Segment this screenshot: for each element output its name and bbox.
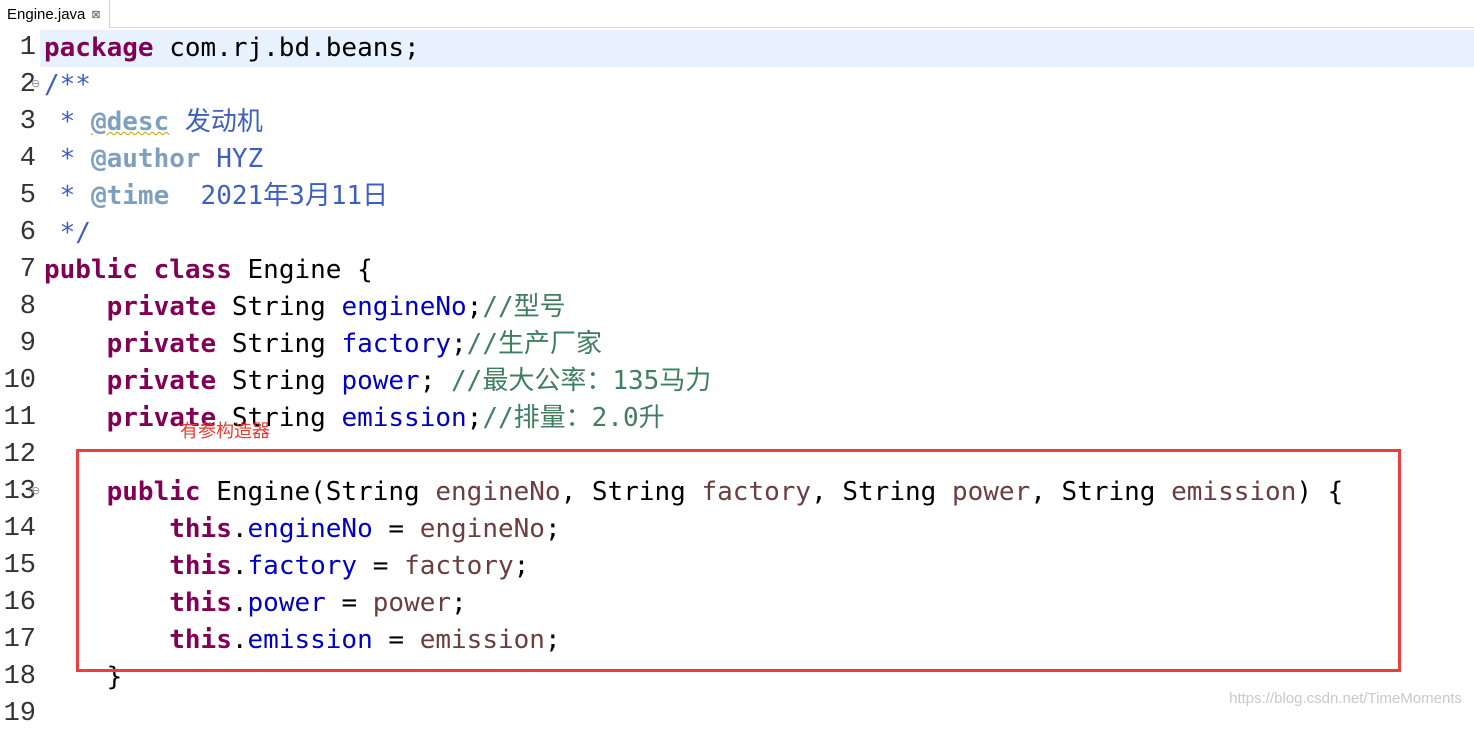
tab-title: Engine.java [7,5,86,23]
code-token: 发动机 [169,107,263,137]
code-token: * [44,144,91,174]
constructor-highlight-box [76,449,1401,672]
annotation-label: 有参构造器 [180,421,270,442]
code-text: */ [44,215,91,252]
code-token: * [44,107,91,137]
code-text: private String power; //最大公率：135马力 [44,363,712,400]
code-token: class [153,255,232,285]
line-number: 17 [3,625,36,655]
line-number: 8 [19,292,36,322]
code-line[interactable]: 3 * @desc 发动机 [0,104,1474,141]
code-line[interactable]: 7 public class Engine { [0,252,1474,289]
code-text: private String emission;//排量：2.0升 [44,400,665,437]
line-number: 3 [19,107,36,137]
code-token: ; [451,329,467,359]
code-token: String [216,329,342,359]
code-token: factory [341,329,452,359]
line-number: 15 [3,551,36,581]
code-token: //型号 [482,292,566,322]
code-line[interactable]: 4 * @author HYZ [0,141,1474,178]
line-number: 1 [19,33,36,63]
code-token: Engine { [231,255,373,285]
code-text: /** [44,67,91,104]
fold-collapse-icon[interactable]: ⊖ [31,485,40,496]
line-number: 14 [3,514,36,544]
code-token: power [341,366,420,396]
code-line[interactable]: 1 package com.rj.bd.beans; [0,30,1474,67]
line-number: 10 [3,366,36,396]
code-text: * @desc 发动机 [44,104,263,141]
code-line[interactable]: 5 * @time 2021年3月11日 [0,178,1474,215]
code-token: ; [466,292,483,322]
code-text: private String factory;//生产厂家 [44,326,602,363]
line-number: 16 [3,588,36,618]
code-token: private [106,292,217,322]
code-line[interactable]: 8 private String engineNo;//型号 [0,289,1474,326]
line-number: 9 [19,329,36,359]
code-token: engineNo [341,292,467,322]
line-number: 19 [3,699,36,729]
code-token: HYZ [200,144,264,174]
code-token: @desc [90,107,170,137]
code-token: @time [90,181,170,211]
code-token: String [216,292,342,322]
code-text: private String engineNo;//型号 [44,289,566,326]
line-number: 4 [19,144,36,174]
code-token: /** [44,70,91,100]
code-token: //生产厂家 [466,329,602,359]
code-token: ; [466,403,483,433]
line-number: 18 [3,662,36,692]
code-token: 2021年3月11日 [169,181,389,211]
line-number: 6 [19,218,36,248]
code-text: package com.rj.bd.beans; [44,30,420,67]
code-token: emission [341,403,467,433]
line-number: 11 [3,403,36,433]
code-line[interactable]: 10 private String power; //最大公率：135马力 [0,363,1474,400]
code-token: ; [419,366,452,396]
code-token: package [44,33,154,63]
code-token: */ [44,218,91,248]
line-number: 7 [19,255,36,285]
code-text: public class Engine { [44,252,373,289]
code-token: com.rj.bd.beans; [153,33,420,63]
code-text: * @author HYZ [44,141,264,178]
code-line[interactable]: 9 private String factory;//生产厂家 [0,326,1474,363]
close-icon[interactable]: ⊠ [91,8,100,21]
code-line[interactable]: 2 ⊖/** [0,67,1474,104]
code-token: * [44,181,91,211]
watermark: https://blog.csdn.net/TimeMoments [1229,690,1462,707]
code-token: private [106,366,217,396]
code-token: //最大公率：135马力 [451,366,712,396]
code-text: * @time 2021年3月11日 [44,178,389,215]
editor-tab-bar: Engine.java ⊠ [0,0,1474,28]
code-token: //排量：2.0升 [482,403,665,433]
line-number: 5 [19,181,36,211]
fold-collapse-icon[interactable]: ⊖ [31,78,40,89]
code-token: String [216,366,342,396]
line-number: 12 [3,440,36,470]
code-token: public [44,255,138,285]
code-token: private [106,329,217,359]
code-token: @author [90,144,201,174]
code-line[interactable]: 6 */ [0,215,1474,252]
tab-engine-java[interactable]: Engine.java ⊠ [0,0,110,28]
